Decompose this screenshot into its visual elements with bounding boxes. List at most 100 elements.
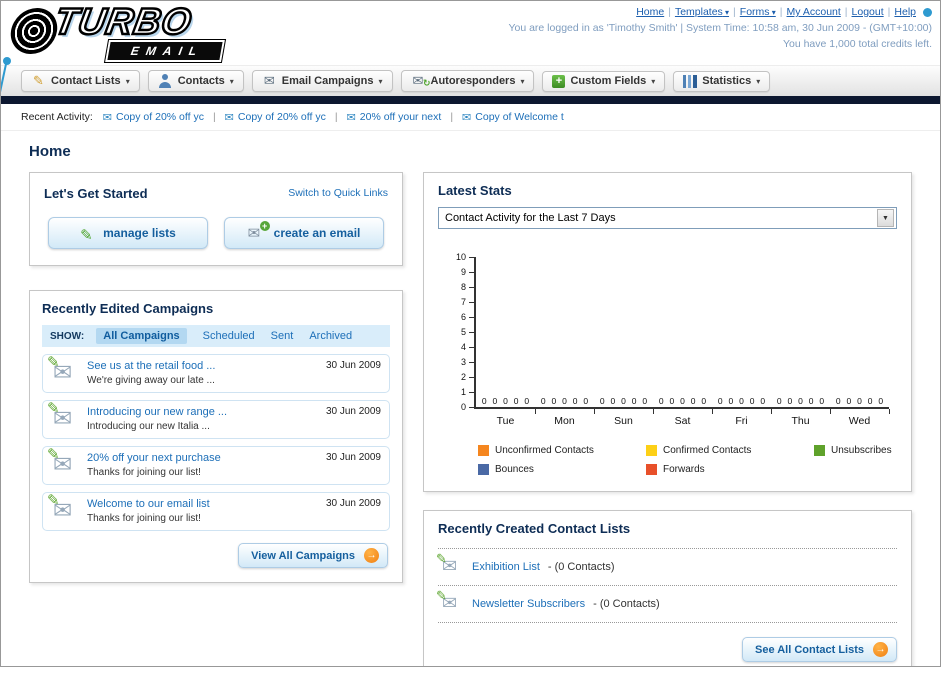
chart-x-labels: Tue Mon Sun Sat Fri Thu Wed — [476, 415, 889, 427]
chevron-down-icon: ▾ — [125, 76, 130, 86]
tab-autoresponders[interactable]: Autoresponders ▾ — [400, 70, 535, 92]
campaign-row: Introducing our new range ... Introducing… — [42, 399, 390, 439]
right-column: Latest Stats Contact Activity for the La… — [423, 172, 912, 666]
y-tick-label: 0 — [460, 402, 466, 412]
pencil-icon — [80, 226, 95, 244]
y-tick-label: 5 — [460, 327, 466, 337]
x-tick-label: Mon — [554, 415, 575, 427]
tab-contact-lists[interactable]: Contact Lists ▾ — [21, 70, 140, 92]
chart-value-labels: 00000 — [835, 396, 884, 406]
tab-label: Contacts — [177, 75, 225, 87]
campaign-info: Welcome to our email list Thanks for join… — [87, 498, 310, 524]
legend-item: Forwards — [646, 464, 814, 475]
contact-list-items: Exhibition List - (0 Contacts) Newsletter … — [436, 548, 897, 623]
y-tick-label: 3 — [460, 357, 466, 367]
view-all-campaigns-button[interactable]: View All Campaigns — [238, 543, 388, 568]
custom-fields-icon — [552, 74, 566, 88]
help-indicator-dot — [923, 7, 932, 17]
y-tick-label: 9 — [460, 267, 466, 277]
top-nav-logout[interactable]: Logout — [852, 6, 884, 18]
envelope-icon: ✉ — [102, 111, 112, 124]
filter-scheduled[interactable]: Scheduled — [203, 330, 255, 342]
campaign-filters: All Campaigns Scheduled Sent Archived — [96, 328, 352, 344]
tab-label: Statistics — [702, 75, 752, 87]
legend-label: Bounces — [495, 464, 534, 475]
top-nav-help[interactable]: Help — [894, 6, 916, 18]
arrow-right-icon — [873, 642, 888, 657]
contact-list-count: - (0 Contacts) — [547, 561, 615, 573]
x-tick-label: Wed — [848, 415, 871, 427]
logo-text-primary: TURBO — [50, 1, 196, 43]
top-nav-my-account[interactable]: My Account — [787, 6, 841, 18]
legend-item: Unsubscribes — [814, 445, 892, 456]
legend-label: Unsubscribes — [831, 445, 892, 456]
recent-activity-label: Recent Activity: — [21, 111, 93, 123]
campaigns-panel: Recently Edited Campaigns SHOW: All Camp… — [29, 290, 403, 583]
filter-sent[interactable]: Sent — [271, 330, 294, 342]
contact-lists-title: Recently Created Contact Lists — [438, 521, 631, 536]
contact-activity-chart: 10 9 8 7 6 5 4 3 2 1 0 000000000000000000000000000… — [450, 252, 892, 475]
switch-quick-links-link[interactable]: Switch to Quick Links — [288, 187, 388, 199]
campaign-row: Welcome to our email list Thanks for join… — [42, 491, 390, 531]
campaign-title-link[interactable]: 20% off your next purchase — [87, 452, 310, 464]
recent-activity-item[interactable]: ✉ 20% off your next — [347, 111, 442, 124]
get-started-panel: Let's Get Started Switch to Quick Links … — [29, 172, 403, 266]
recent-activity-item[interactable]: ✉ Copy of 20% off yc — [225, 111, 326, 124]
campaign-subject: Thanks for joining our list! — [87, 513, 201, 524]
chart-category-group: 00000 — [771, 257, 831, 414]
tab-statistics[interactable]: Statistics ▾ — [673, 70, 771, 92]
filter-archived[interactable]: Archived — [309, 330, 352, 342]
x-tick-label: Fri — [735, 415, 748, 427]
contact-list-item: Newsletter Subscribers - (0 Contacts) — [436, 586, 897, 623]
chart-category-group: 00000 — [594, 257, 654, 414]
campaign-date: 30 Jun 2009 — [325, 452, 381, 463]
campaigns-title: Recently Edited Campaigns — [42, 301, 214, 316]
activity-period-select[interactable]: Contact Activity for the Last 7 Days — [438, 207, 897, 229]
tab-label: Autoresponders — [430, 75, 516, 87]
y-tick-label: 2 — [460, 372, 466, 382]
turbo-email-app: TURBO EMAIL Home | Templates ▾ | Forms ▾ | My … — [0, 0, 941, 667]
logo[interactable]: TURBO EMAIL — [7, 1, 261, 63]
tab-contacts[interactable]: Contacts ▾ — [147, 70, 244, 92]
campaign-envelope-icon — [47, 399, 79, 432]
logo-text-secondary: EMAIL — [104, 39, 227, 63]
legend-swatch — [646, 445, 657, 456]
top-nav-templates[interactable]: Templates ▾ — [675, 6, 729, 18]
see-all-contact-lists-button[interactable]: See All Contact Lists — [741, 637, 897, 662]
y-tick-label: 4 — [460, 342, 466, 352]
chart-value-labels: 00000 — [776, 396, 825, 406]
campaign-title-link[interactable]: Welcome to our email list — [87, 498, 310, 510]
chart-category-group: 00000 — [830, 257, 890, 414]
campaign-envelope-icon — [47, 353, 79, 386]
tab-custom-fields[interactable]: Custom Fields ▾ — [542, 70, 666, 92]
filter-all-campaigns[interactable]: All Campaigns — [96, 328, 187, 344]
y-tick-label: 10 — [455, 252, 466, 262]
campaign-title-link[interactable]: Introducing our new range ... — [87, 406, 310, 418]
tab-email-campaigns[interactable]: Email Campaigns ▾ — [251, 70, 393, 92]
x-tick-label: Tue — [496, 415, 515, 427]
manage-lists-button[interactable]: manage lists — [48, 217, 208, 249]
campaign-info: 20% off your next purchase Thanks for joi… — [87, 452, 310, 478]
top-nav-forms[interactable]: Forms ▾ — [740, 6, 776, 18]
recent-activity-item[interactable]: ✉ Copy of 20% off yc — [103, 111, 204, 124]
chart-category-group: 00000 — [476, 257, 536, 414]
chart-value-labels: 00000 — [481, 396, 530, 406]
chevron-down-icon: ▾ — [520, 76, 525, 86]
campaign-title-link[interactable]: See us at the retail food ... — [87, 360, 310, 372]
contact-list-link[interactable]: Exhibition List — [472, 561, 540, 573]
recent-activity-item[interactable]: ✉ Copy of Welcome t — [462, 111, 564, 124]
left-column: Let's Get Started Switch to Quick Links … — [29, 172, 403, 583]
page-title: Home — [29, 143, 71, 160]
list-pencil-icon — [436, 588, 464, 614]
campaign-envelope-icon — [47, 445, 79, 478]
nav-divider-bar — [1, 96, 940, 104]
chart-value-labels: 00000 — [599, 396, 648, 406]
legend-item: Bounces — [478, 464, 646, 475]
create-email-button[interactable]: create an email — [224, 217, 384, 249]
campaign-date: 30 Jun 2009 — [325, 360, 381, 371]
contact-list-link[interactable]: Newsletter Subscribers — [472, 598, 585, 610]
top-nav-home[interactable]: Home — [636, 6, 664, 18]
legend-label: Confirmed Contacts — [663, 445, 752, 456]
campaign-row: 20% off your next purchase Thanks for joi… — [42, 445, 390, 485]
chart-category-group: 00000 — [535, 257, 595, 414]
